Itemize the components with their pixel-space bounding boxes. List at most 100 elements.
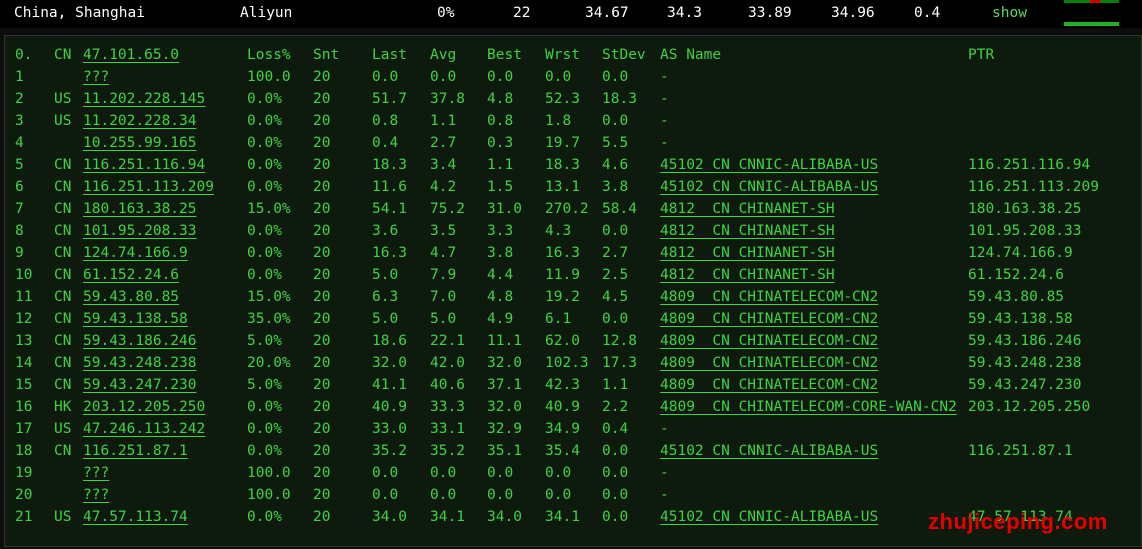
hop-row: 3 US 11.202.228.34 0.0% 20 0.8 1.1 0.8 1.8 0.0 - [5,111,1141,133]
header-best: 33.89 [748,5,792,21]
hop-loss: 15.0% [247,201,291,217]
hop-wrst: 42.3 [545,377,580,393]
hop-host[interactable]: 61.152.24.6 [83,267,179,283]
hop-best: 0.0 [487,487,514,503]
hop-ptr: 116.251.116.94 [968,157,1091,173]
col-cc: CN [54,47,72,63]
hop-avg: 35.2 [430,443,465,459]
hop-host[interactable]: 47.57.113.74 [83,509,188,525]
hop-stdev: 18.3 [602,91,637,107]
hop-best: 0.0 [487,69,514,85]
hop-hop: 10 [15,267,33,283]
hop-as[interactable]: 4809 CN CHINATELECOM-CORE-WAN-CN2 [660,399,957,415]
hop-host[interactable]: 11.202.228.145 [83,91,205,107]
hop-loss: 0.0% [247,113,282,129]
hop-hop: 13 [15,333,33,349]
hop-hop: 20 [15,487,33,503]
hop-host[interactable]: ??? [83,69,109,85]
hop-stdev: 17.3 [602,355,637,371]
hop-host[interactable]: 180.163.38.25 [83,201,197,217]
hop-cc: CN [54,355,72,371]
hop-snt: 20 [313,289,331,305]
hop-last: 35.2 [372,443,407,459]
hop-cc: CN [54,223,72,239]
hop-ptr: 116.251.87.1 [968,443,1073,459]
hop-hop: 5 [15,157,24,173]
hop-row: 20??? 100.0 20 0.0 0.0 0.0 0.0 0.0 - [5,485,1141,507]
hop-best: 1.1 [487,157,514,173]
watermark: zhujiceping.com [928,509,1108,534]
hop-best: 4.8 [487,91,514,107]
hop-host[interactable]: 59.43.186.246 [83,333,197,349]
hop-last: 18.6 [372,333,407,349]
hop-snt: 20 [313,245,331,261]
hop-host[interactable]: 47.246.113.242 [83,421,205,437]
hop-host[interactable]: 11.202.228.34 [83,113,197,129]
hop-last: 51.7 [372,91,407,107]
hop-as[interactable]: 45102 CN CNNIC-ALIBABA-US [660,179,878,195]
hop-host[interactable]: 101.95.208.33 [83,223,197,239]
hop-cc: HK [54,399,72,415]
hop-loss: 0.0% [247,443,282,459]
hop-cc: CN [54,333,72,349]
hop-host[interactable]: 59.43.138.58 [83,311,188,327]
hop-as[interactable]: 4809 CN CHINATELECOM-CN2 [660,377,878,393]
hop-last: 0.0 [372,69,399,85]
hop-snt: 20 [313,267,331,283]
hop-host[interactable]: 59.43.80.85 [83,289,179,305]
hop-avg: 0.0 [430,69,457,85]
hop-loss: 100.0 [247,487,291,503]
hop-host[interactable]: ??? [83,465,109,481]
hop-as: - [660,421,669,437]
col-host[interactable]: 47.101.65.0 [83,47,179,63]
hop-as[interactable]: 4812 CN CHINANET-SH [660,201,835,217]
hop-wrst: 0.0 [545,69,572,85]
hop-stdev: 2.7 [602,245,629,261]
hop-wrst: 34.9 [545,421,580,437]
hop-last: 5.0 [372,267,399,283]
hop-as[interactable]: 4809 CN CHINATELECOM-CN2 [660,333,878,349]
hop-as[interactable]: 4809 CN CHINATELECOM-CN2 [660,311,878,327]
hop-as[interactable]: 4812 CN CHINANET-SH [660,245,835,261]
hop-avg: 5.0 [430,311,457,327]
hop-last: 16.3 [372,245,407,261]
hop-wrst: 16.3 [545,245,580,261]
show-link[interactable]: show [992,5,1027,21]
header-provider: Aliyun [240,5,293,21]
hop-row: 8 CN 101.95.208.33 0.0% 20 3.6 3.5 3.3 4.3 0.0 481… [5,221,1141,243]
hop-stdev: 12.8 [602,333,637,349]
hop-avg: 0.0 [430,487,457,503]
hop-host[interactable]: 116.251.116.94 [83,157,205,173]
hop-stdev: 58.4 [602,201,637,217]
hop-wrst: 4.3 [545,223,572,239]
hop-host[interactable]: 124.74.166.9 [83,245,188,261]
hop-host[interactable]: 116.251.113.209 [83,179,214,195]
hop-loss: 5.0% [247,333,282,349]
hop-avg: 22.1 [430,333,465,349]
hop-wrst: 62.0 [545,333,580,349]
hop-host[interactable]: ??? [83,487,109,503]
hop-cc: US [54,91,72,107]
hop-stdev: 1.1 [602,377,629,393]
hop-host[interactable]: 116.251.87.1 [83,443,188,459]
hop-as[interactable]: 45102 CN CNNIC-ALIBABA-US [660,443,878,459]
hop-ptr: 59.43.248.238 [968,355,1082,371]
hop-host[interactable]: 203.12.205.250 [83,399,205,415]
hop-as[interactable]: 4812 CN CHINANET-SH [660,267,835,283]
hop-host[interactable]: 59.43.248.238 [83,355,197,371]
hop-host[interactable]: 59.43.247.230 [83,377,197,393]
hop-snt: 20 [313,355,331,371]
hop-as[interactable]: 4812 CN CHINANET-SH [660,223,835,239]
hop-as[interactable]: 4809 CN CHINATELECOM-CN2 [660,355,878,371]
hop-snt: 20 [313,311,331,327]
hop-as[interactable]: 45102 CN CNNIC-ALIBABA-US [660,509,878,525]
hop-as[interactable]: 45102 CN CNNIC-ALIBABA-US [660,157,878,173]
hop-stdev: 0.0 [602,509,629,525]
hop-last: 32.0 [372,355,407,371]
hop-stdev: 0.0 [602,465,629,481]
hop-best: 3.8 [487,245,514,261]
hop-avg: 75.2 [430,201,465,217]
hop-host[interactable]: 10.255.99.165 [83,135,197,151]
hop-best: 32.0 [487,355,522,371]
hop-as[interactable]: 4809 CN CHINATELECOM-CN2 [660,289,878,305]
